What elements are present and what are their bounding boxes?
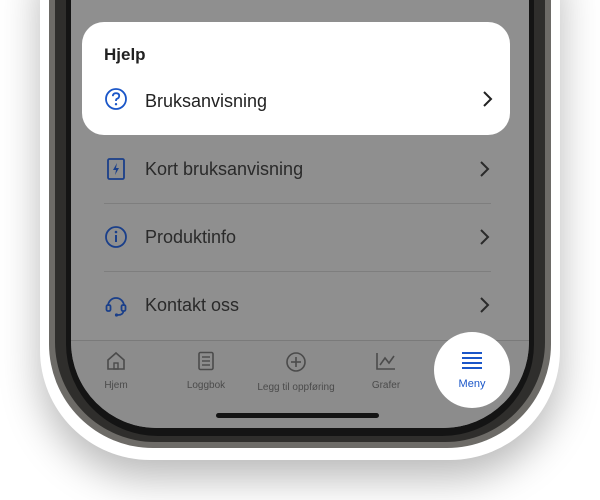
question-icon	[104, 87, 128, 116]
chevron-right-icon	[477, 160, 491, 178]
nav-item-menu[interactable]: Meny	[434, 332, 510, 408]
nav-label: Loggbok	[186, 380, 226, 391]
section-title: Hjelp	[104, 45, 146, 64]
menu-item-label: Bruksanvisning	[145, 90, 268, 111]
nav-label: Hjem	[104, 380, 128, 391]
chart-icon	[375, 351, 397, 376]
nav-item-logbook[interactable]: Loggbok	[161, 341, 251, 411]
headset-icon	[104, 293, 128, 317]
add-entry-icon	[285, 351, 307, 378]
nav-item-add-entry[interactable]: Legg til oppføring	[251, 341, 341, 411]
nav-label: Legg til oppføring	[257, 382, 335, 393]
nav-label: Grafer	[371, 380, 401, 391]
home-icon	[105, 351, 127, 376]
chevron-right-icon	[480, 90, 494, 113]
nav-item-charts[interactable]: Grafer	[341, 341, 431, 411]
nav-label: Meny	[458, 377, 486, 390]
logbook-icon	[196, 351, 216, 376]
menu-item-quick-guide[interactable]: Kort bruksanvisning	[104, 135, 491, 203]
nav-item-home[interactable]: Hjem	[71, 341, 161, 411]
menu-item-user-manual[interactable]: Bruksanvisning	[104, 87, 494, 116]
quick-guide-icon	[104, 157, 128, 181]
menu-item-label: Kontakt oss	[145, 294, 240, 315]
help-section-card: Hjelp Bruksanvisning	[82, 22, 510, 135]
menu-icon	[460, 351, 484, 374]
menu-item-contact[interactable]: Kontakt oss	[104, 271, 491, 339]
menu-item-product-info[interactable]: Produktinfo	[104, 203, 491, 271]
chevron-right-icon	[477, 296, 491, 314]
info-icon	[104, 225, 128, 249]
menu-item-label: Kort bruksanvisning	[145, 158, 304, 179]
menu-item-label: Produktinfo	[145, 226, 237, 247]
home-indicator	[216, 413, 379, 418]
chevron-right-icon	[477, 228, 491, 246]
